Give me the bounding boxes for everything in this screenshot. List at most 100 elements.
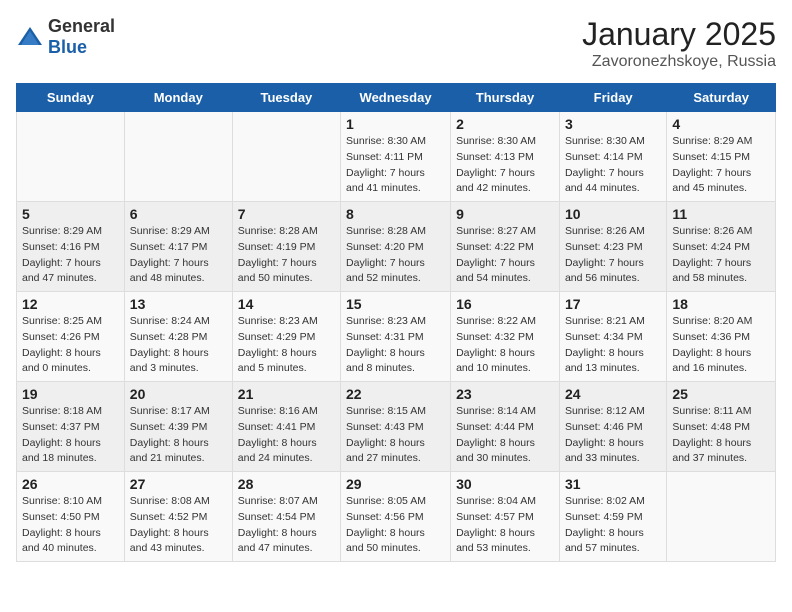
calendar-cell: 4 Sunrise: 8:29 AM Sunset: 4:15 PM Daylig… — [667, 112, 776, 202]
calendar-cell: 23Sunrise: 8:14 AM Sunset: 4:44 PM Dayli… — [451, 382, 560, 472]
calendar-cell: 10 Sunrise: 8:26 AM Sunset: 4:23 PM Dayli… — [559, 202, 666, 292]
title-block: January 2025 Zavoronezhskoye, Russia — [582, 16, 776, 71]
weekday-header: Tuesday — [232, 84, 340, 112]
day-info: Sunrise: 8:08 AM Sunset: 4:52 PM Dayligh… — [130, 494, 227, 557]
weekday-header: Monday — [124, 84, 232, 112]
day-number: 21 — [238, 386, 335, 402]
month-title: January 2025 — [582, 16, 776, 53]
logo-blue: Blue — [48, 37, 87, 57]
calendar-cell: 9Sunrise: 8:27 AM Sunset: 4:22 PM Daylig… — [451, 202, 560, 292]
day-info: Sunrise: 8:21 AM Sunset: 4:34 PM Dayligh… — [565, 314, 661, 377]
weekday-header-row: SundayMondayTuesdayWednesdayThursdayFrid… — [17, 84, 776, 112]
logo: General Blue — [16, 16, 115, 58]
day-number: 28 — [238, 476, 335, 492]
calendar-cell: 18 Sunrise: 8:20 AM Sunset: 4:36 PM Dayli… — [667, 292, 776, 382]
calendar-cell: 28 Sunrise: 8:07 AM Sunset: 4:54 PM Dayli… — [232, 472, 340, 562]
day-number: 16 — [456, 296, 554, 312]
calendar-cell: 12 Sunrise: 8:25 AM Sunset: 4:26 PM Dayli… — [17, 292, 125, 382]
day-info: Sunrise: 8:18 AM Sunset: 4:37 PM Dayligh… — [22, 404, 119, 467]
calendar-cell: 25 Sunrise: 8:11 AM Sunset: 4:48 PM Dayli… — [667, 382, 776, 472]
day-info: Sunrise: 8:23 AM Sunset: 4:29 PM Dayligh… — [238, 314, 335, 377]
day-info: Sunrise: 8:25 AM Sunset: 4:26 PM Dayligh… — [22, 314, 119, 377]
day-number: 27 — [130, 476, 227, 492]
day-number: 6 — [130, 206, 227, 222]
calendar-cell: 6Sunrise: 8:29 AM Sunset: 4:17 PM Daylig… — [124, 202, 232, 292]
calendar-cell: 27 Sunrise: 8:08 AM Sunset: 4:52 PM Dayli… — [124, 472, 232, 562]
day-info: Sunrise: 8:20 AM Sunset: 4:36 PM Dayligh… — [672, 314, 770, 377]
day-info: Sunrise: 8:26 AM Sunset: 4:24 PM Dayligh… — [672, 224, 770, 287]
calendar-cell: 24 Sunrise: 8:12 AM Sunset: 4:46 PM Dayli… — [559, 382, 666, 472]
day-number: 22 — [346, 386, 445, 402]
calendar-table: SundayMondayTuesdayWednesdayThursdayFrid… — [16, 83, 776, 562]
calendar-cell: 22 Sunrise: 8:15 AM Sunset: 4:43 PM Dayli… — [341, 382, 451, 472]
day-info: Sunrise: 8:11 AM Sunset: 4:48 PM Dayligh… — [672, 404, 770, 467]
day-info: Sunrise: 8:02 AM Sunset: 4:59 PM Dayligh… — [565, 494, 661, 557]
calendar-cell — [667, 472, 776, 562]
day-info: Sunrise: 8:17 AM Sunset: 4:39 PM Dayligh… — [130, 404, 227, 467]
day-number: 15 — [346, 296, 445, 312]
day-info: Sunrise: 8:14 AM Sunset: 4:44 PM Dayligh… — [456, 404, 554, 467]
day-number: 4 — [672, 116, 770, 132]
calendar-cell: 13 Sunrise: 8:24 AM Sunset: 4:28 PM Dayli… — [124, 292, 232, 382]
day-number: 17 — [565, 296, 661, 312]
calendar-cell: 15 Sunrise: 8:23 AM Sunset: 4:31 PM Dayli… — [341, 292, 451, 382]
day-number: 3 — [565, 116, 661, 132]
calendar-cell: 11 Sunrise: 8:26 AM Sunset: 4:24 PM Dayli… — [667, 202, 776, 292]
calendar-cell: 8 Sunrise: 8:28 AM Sunset: 4:20 PM Daylig… — [341, 202, 451, 292]
day-number: 2 — [456, 116, 554, 132]
day-info: Sunrise: 8:29 AM Sunset: 4:16 PM Dayligh… — [22, 224, 119, 287]
day-info: Sunrise: 8:26 AM Sunset: 4:23 PM Dayligh… — [565, 224, 661, 287]
calendar-cell: 21 Sunrise: 8:16 AM Sunset: 4:41 PM Dayli… — [232, 382, 340, 472]
day-number: 24 — [565, 386, 661, 402]
day-info: Sunrise: 8:07 AM Sunset: 4:54 PM Dayligh… — [238, 494, 335, 557]
day-number: 25 — [672, 386, 770, 402]
day-info: Sunrise: 8:30 AM Sunset: 4:13 PM Dayligh… — [456, 134, 554, 197]
calendar-cell: 19Sunrise: 8:18 AM Sunset: 4:37 PM Dayli… — [17, 382, 125, 472]
calendar-cell: 16 Sunrise: 8:22 AM Sunset: 4:32 PM Dayli… — [451, 292, 560, 382]
calendar-cell: 2 Sunrise: 8:30 AM Sunset: 4:13 PM Daylig… — [451, 112, 560, 202]
calendar-week-row: 19Sunrise: 8:18 AM Sunset: 4:37 PM Dayli… — [17, 382, 776, 472]
weekday-header: Friday — [559, 84, 666, 112]
calendar-week-row: 1 Sunrise: 8:30 AM Sunset: 4:11 PM Daylig… — [17, 112, 776, 202]
calendar-cell: 14Sunrise: 8:23 AM Sunset: 4:29 PM Dayli… — [232, 292, 340, 382]
calendar-week-row: 26Sunrise: 8:10 AM Sunset: 4:50 PM Dayli… — [17, 472, 776, 562]
day-number: 18 — [672, 296, 770, 312]
calendar-week-row: 12 Sunrise: 8:25 AM Sunset: 4:26 PM Dayli… — [17, 292, 776, 382]
weekday-header: Sunday — [17, 84, 125, 112]
weekday-header: Saturday — [667, 84, 776, 112]
day-number: 26 — [22, 476, 119, 492]
day-info: Sunrise: 8:16 AM Sunset: 4:41 PM Dayligh… — [238, 404, 335, 467]
calendar-cell — [124, 112, 232, 202]
calendar-cell: 30Sunrise: 8:04 AM Sunset: 4:57 PM Dayli… — [451, 472, 560, 562]
location-title: Zavoronezhskoye, Russia — [582, 53, 776, 71]
day-number: 13 — [130, 296, 227, 312]
calendar-cell — [17, 112, 125, 202]
day-info: Sunrise: 8:30 AM Sunset: 4:11 PM Dayligh… — [346, 134, 445, 197]
calendar-week-row: 5Sunrise: 8:29 AM Sunset: 4:16 PM Daylig… — [17, 202, 776, 292]
logo-icon — [16, 23, 44, 51]
logo-general: General — [48, 16, 115, 36]
day-number: 10 — [565, 206, 661, 222]
day-info: Sunrise: 8:22 AM Sunset: 4:32 PM Dayligh… — [456, 314, 554, 377]
day-info: Sunrise: 8:29 AM Sunset: 4:15 PM Dayligh… — [672, 134, 770, 197]
day-info: Sunrise: 8:23 AM Sunset: 4:31 PM Dayligh… — [346, 314, 445, 377]
day-number: 8 — [346, 206, 445, 222]
day-info: Sunrise: 8:24 AM Sunset: 4:28 PM Dayligh… — [130, 314, 227, 377]
calendar-cell: 26Sunrise: 8:10 AM Sunset: 4:50 PM Dayli… — [17, 472, 125, 562]
day-number: 30 — [456, 476, 554, 492]
page-header: General Blue January 2025 Zavoronezhskoy… — [16, 16, 776, 71]
day-number: 7 — [238, 206, 335, 222]
day-number: 12 — [22, 296, 119, 312]
calendar-cell: 17 Sunrise: 8:21 AM Sunset: 4:34 PM Dayli… — [559, 292, 666, 382]
day-info: Sunrise: 8:15 AM Sunset: 4:43 PM Dayligh… — [346, 404, 445, 467]
weekday-header: Thursday — [451, 84, 560, 112]
calendar-cell: 31Sunrise: 8:02 AM Sunset: 4:59 PM Dayli… — [559, 472, 666, 562]
day-info: Sunrise: 8:28 AM Sunset: 4:20 PM Dayligh… — [346, 224, 445, 287]
day-number: 1 — [346, 116, 445, 132]
calendar-cell: 7Sunrise: 8:28 AM Sunset: 4:19 PM Daylig… — [232, 202, 340, 292]
day-number: 11 — [672, 206, 770, 222]
logo-text: General Blue — [48, 16, 115, 58]
calendar-cell — [232, 112, 340, 202]
day-info: Sunrise: 8:12 AM Sunset: 4:46 PM Dayligh… — [565, 404, 661, 467]
day-info: Sunrise: 8:05 AM Sunset: 4:56 PM Dayligh… — [346, 494, 445, 557]
